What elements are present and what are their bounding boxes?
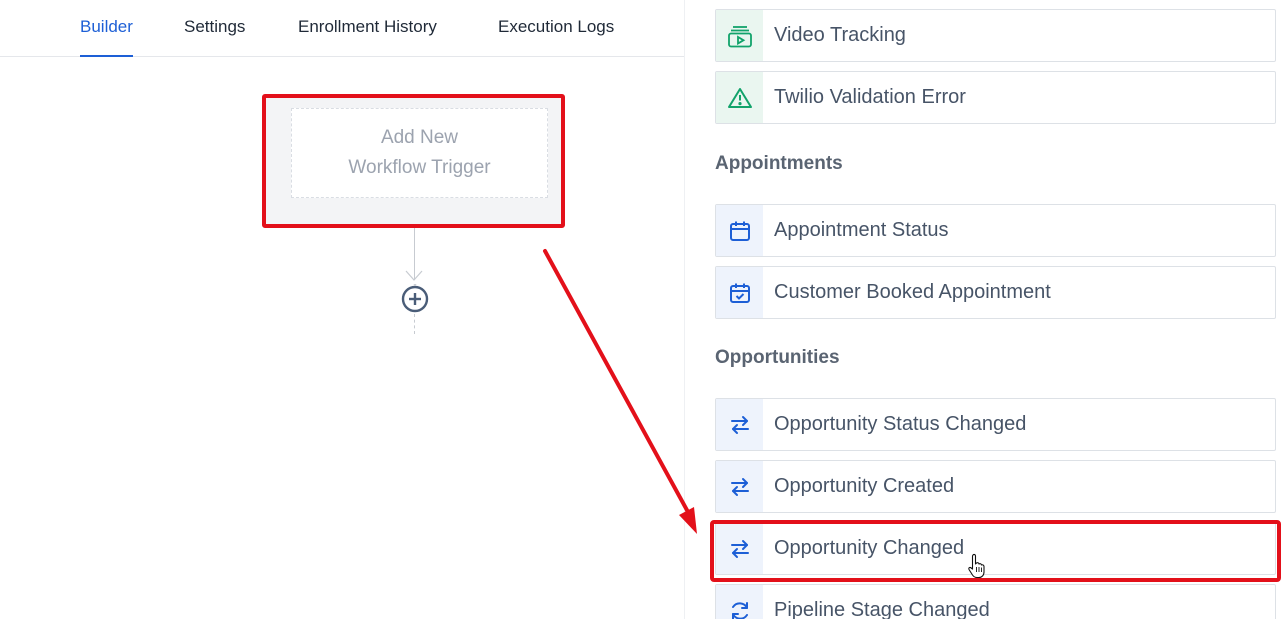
trigger-item-opportunity-created[interactable]: Opportunity Created [715,460,1276,513]
chevron-down-icon [405,270,423,281]
tab-execution-logs[interactable]: Execution Logs [498,17,614,57]
trigger-item-label: Pipeline Stage Changed [774,599,990,619]
trigger-item-twilio-validation-error[interactable]: Twilio Validation Error [715,71,1276,124]
trigger-item-appointment-status[interactable]: Appointment Status [715,204,1276,257]
tab-builder[interactable]: Builder [80,17,133,57]
trigger-item-opportunity-changed[interactable]: Opportunity Changed [715,522,1276,575]
add-action-button[interactable] [400,284,430,314]
trigger-container: Add New Workflow Trigger [266,98,561,224]
trigger-item-label: Appointment Status [774,219,949,241]
add-workflow-trigger-button[interactable]: Add New Workflow Trigger [291,108,548,198]
dashed-connector [414,314,415,334]
section-title-appointments: Appointments [715,153,843,174]
trigger-label-line1: Add New [380,127,459,148]
trigger-item-label: Video Tracking [774,24,906,46]
trigger-item-customer-booked-appointment[interactable]: Customer Booked Appointment [715,266,1276,319]
tab-enrollment-history[interactable]: Enrollment History [298,17,437,57]
video-tracking-icon [716,10,763,61]
trigger-item-video-tracking[interactable]: Video Tracking [715,9,1276,62]
refresh-icon [716,585,763,619]
trigger-item-label: Twilio Validation Error [774,86,966,108]
trigger-label-line2: Workflow Trigger [348,157,491,178]
builder-canvas: Builder Settings Enrollment History Exec… [0,0,684,619]
tab-settings[interactable]: Settings [184,17,245,57]
trigger-item-label: Opportunity Status Changed [774,413,1027,435]
warning-triangle-icon [716,72,763,123]
trigger-item-pipeline-stage-changed[interactable]: Pipeline Stage Changed [715,584,1276,619]
workflow-builder-page: Builder Settings Enrollment History Exec… [0,0,1282,619]
swap-arrows-icon [716,523,763,574]
trigger-item-opportunity-status-changed[interactable]: Opportunity Status Changed [715,398,1276,451]
tab-bar: Builder Settings Enrollment History Exec… [0,0,684,57]
calendar-check-icon [716,267,763,318]
trigger-list-panel: Video Tracking Twilio Validation Error A… [684,0,1282,619]
section-title-opportunities: Opportunities [715,347,840,368]
calendar-icon [716,205,763,256]
trigger-item-label: Customer Booked Appointment [774,281,1051,303]
trigger-item-label: Opportunity Created [774,475,955,497]
trigger-item-label: Opportunity Changed [774,537,965,559]
swap-arrows-icon [716,399,763,450]
swap-arrows-icon [716,461,763,512]
